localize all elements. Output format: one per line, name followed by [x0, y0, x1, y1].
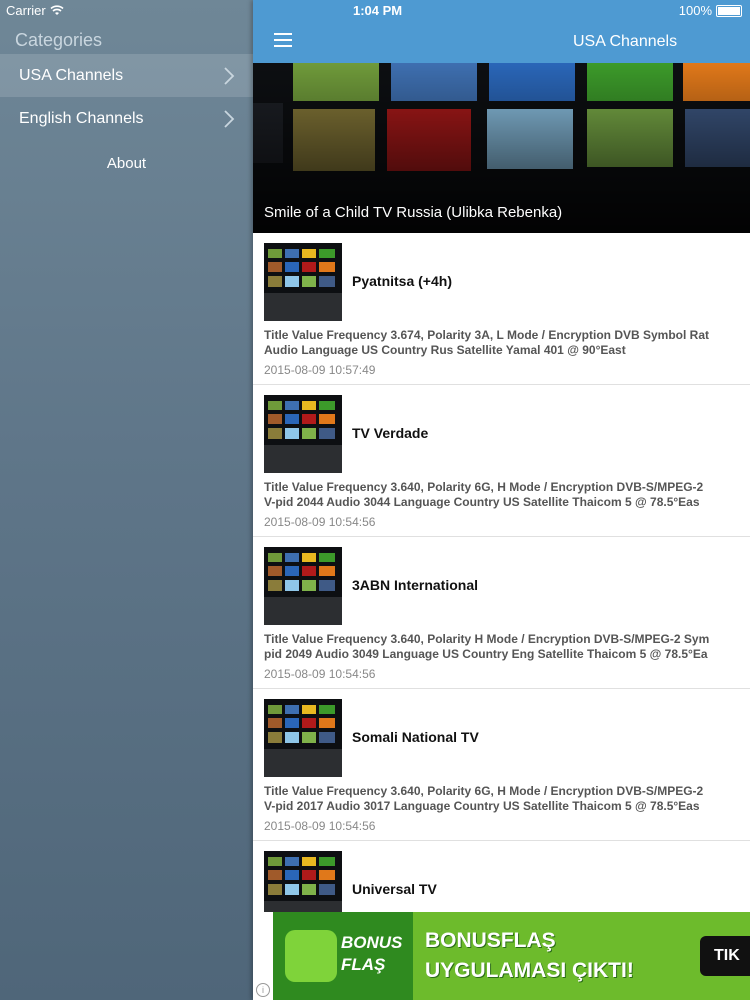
status-carrier: Carrier: [6, 3, 64, 18]
page-title: USA Channels: [573, 33, 678, 50]
chevron-right-icon: [224, 110, 235, 128]
hamburger-menu-button[interactable]: [274, 33, 292, 47]
carrier-label: Carrier: [6, 3, 46, 18]
main-panel: 1:04 PM 100% USA Channels Smile of a Chi…: [253, 0, 750, 1000]
channel-description-line: V-pid 2017 Audio 3017 Language Country U…: [264, 799, 700, 813]
ad-headline: BONUSFLAŞ UYGULAMASI ÇIKTI!: [425, 926, 634, 986]
wifi-icon: [50, 5, 64, 15]
channel-title: Pyatnitsa (+4h): [352, 273, 452, 289]
ad-banner[interactable]: i BONUS FLAŞ BONUSFLAŞ UYGULAMASI ÇIKTI!…: [253, 912, 750, 1000]
channel-thumbnail: [264, 243, 342, 321]
channel-description-line: V-pid 2044 Audio 3044 Language Country U…: [264, 495, 700, 509]
channel-date: 2015-08-09 10:54:56: [264, 515, 376, 529]
battery-icon: [716, 4, 742, 17]
ad-headline-line: BONUSFLAŞ: [425, 929, 556, 952]
channel-description: Title Value Frequency 3.640, Polarity 6G…: [264, 480, 750, 510]
channel-title: TV Verdade: [352, 425, 429, 441]
channel-list: Pyatnitsa (+4h) Title Value Frequency 3.…: [253, 233, 750, 993]
channel-description-line: Title Value Frequency 3.640, Polarity 6G…: [264, 480, 704, 494]
list-item[interactable]: Pyatnitsa (+4h) Title Value Frequency 3.…: [253, 233, 750, 385]
sidebar-item-english-channels[interactable]: English Channels: [0, 97, 253, 140]
ad-headline-line: UYGULAMASI ÇIKTI!: [425, 959, 634, 982]
channel-description-line: Audio Language US Country Rus Satellite …: [264, 343, 626, 357]
channel-description: Title Value Frequency 3.674, Polarity 3A…: [264, 328, 750, 358]
status-time: 1:04 PM: [353, 3, 403, 18]
channel-thumbnail: [264, 547, 342, 625]
ad-logo-text: BONUS FLAŞ: [341, 932, 402, 976]
channel-thumbnail: [264, 395, 342, 473]
channel-description-line: Title Value Frequency 3.640, Polarity 6G…: [264, 784, 704, 798]
featured-channel-title: Smile of a Child TV Russia (Ulibka Reben…: [264, 204, 563, 221]
ad-logo-line: FLAŞ: [341, 955, 386, 974]
navigation-bar: 1:04 PM 100% USA Channels: [253, 0, 750, 63]
channel-date: 2015-08-09 10:54:56: [264, 667, 376, 681]
list-item[interactable]: Somali National TV Title Value Frequency…: [253, 689, 750, 841]
channel-date: 2015-08-09 10:54:56: [264, 819, 376, 833]
info-icon[interactable]: i: [256, 983, 270, 997]
ad-cta-button[interactable]: TIK: [700, 936, 750, 976]
list-item[interactable]: TV Verdade Title Value Frequency 3.640, …: [253, 385, 750, 537]
ad-logo-line: BONUS: [341, 933, 403, 952]
battery-percent: 100%: [678, 3, 712, 18]
list-item[interactable]: 3ABN International Title Value Frequency…: [253, 537, 750, 689]
channel-title: Somali National TV: [352, 729, 479, 745]
tree-icon: [285, 930, 337, 982]
status-battery: 100%: [679, 3, 742, 18]
channel-description-line: pid 2049 Audio 3049 Language US Country …: [264, 647, 708, 661]
featured-channel-banner[interactable]: Smile of a Child TV Russia (Ulibka Reben…: [253, 63, 750, 233]
sidebar: Carrier Categories USA Channels English …: [0, 0, 253, 1000]
channel-date: 2015-08-09 10:57:49: [264, 363, 376, 377]
sidebar-item-usa-channels[interactable]: USA Channels: [0, 54, 253, 97]
channel-description-line: Title Value Frequency 3.674, Polarity 3A…: [264, 328, 710, 342]
sidebar-item-about[interactable]: About: [0, 155, 253, 172]
ad-margin: i: [253, 912, 273, 1000]
channel-thumbnail: [264, 699, 342, 777]
channel-description: Title Value Frequency 3.640, Polarity 6G…: [264, 784, 750, 814]
channel-description: Title Value Frequency 3.640, Polarity H …: [264, 632, 750, 662]
channel-description-line: Title Value Frequency 3.640, Polarity H …: [264, 632, 710, 646]
sidebar-item-label: English Channels: [19, 109, 144, 127]
ad-logo: BONUS FLAŞ: [273, 912, 413, 1000]
sidebar-item-label: USA Channels: [19, 66, 124, 84]
categories-title: Categories: [15, 30, 103, 50]
chevron-right-icon: [224, 67, 235, 85]
channel-title: 3ABN International: [352, 577, 479, 593]
channel-title: Universal TV: [352, 881, 437, 897]
